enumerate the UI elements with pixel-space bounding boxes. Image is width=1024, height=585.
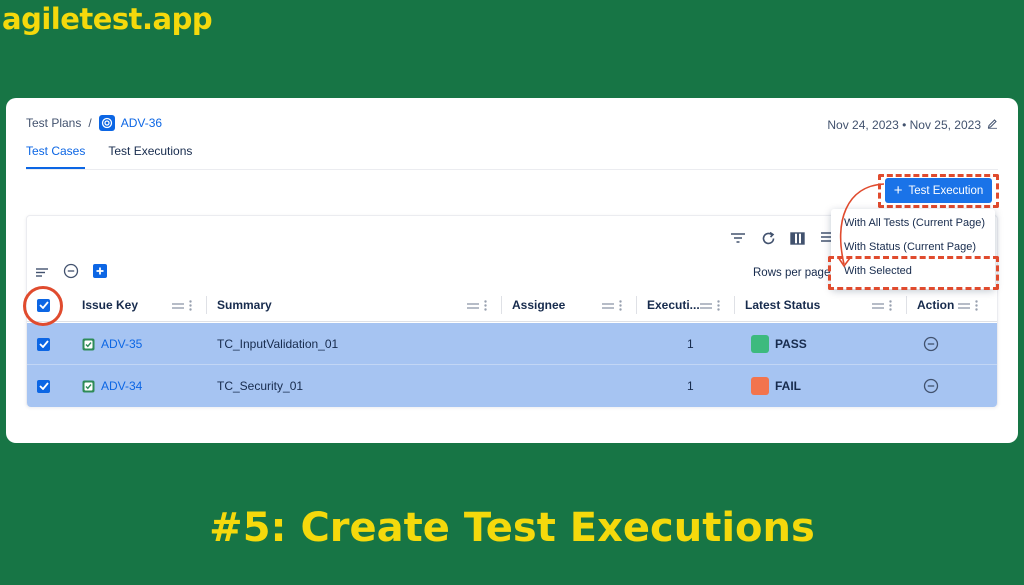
headline: #5: Create Test Executions	[209, 505, 815, 551]
column-divider[interactable]	[636, 296, 637, 314]
drag-handle-icon	[172, 302, 184, 309]
table-left-tools	[35, 263, 107, 284]
add-square-icon[interactable]	[93, 264, 107, 283]
breadcrumb-separator: /	[88, 116, 92, 130]
column-executions[interactable]: Executi...	[647, 288, 700, 322]
remove-circle-icon[interactable]	[923, 336, 939, 352]
breadcrumb-issue-key[interactable]: ADV-36	[121, 116, 162, 130]
table-row[interactable]: ADV-34 TC_Security_01 1 FAIL	[27, 365, 997, 407]
tab-test-executions[interactable]: Test Executions	[108, 144, 192, 169]
column-summary-tools[interactable]	[467, 300, 487, 311]
test-plan-icon	[98, 115, 115, 131]
column-divider[interactable]	[906, 296, 907, 314]
row-checkbox-cell[interactable]	[37, 323, 50, 365]
test-case-icon	[82, 338, 95, 351]
filter-icon[interactable]	[727, 227, 749, 249]
column-executions-tools[interactable]	[700, 300, 720, 311]
action-cell	[923, 323, 939, 365]
sort-lines-icon[interactable]	[35, 265, 49, 283]
tabs-divider	[26, 169, 998, 170]
issue-key-cell: ADV-35	[82, 323, 142, 365]
drag-handle-icon	[958, 302, 970, 309]
column-action-tools[interactable]	[958, 300, 978, 311]
test-plan-card: Test Plans / ADV-36 Nov 24, 2023 • Nov 2…	[6, 98, 1018, 443]
brand-title: agiletest.app	[2, 2, 213, 36]
breadcrumb: Test Plans / ADV-36	[26, 115, 162, 131]
issue-key-link[interactable]: ADV-34	[101, 379, 142, 393]
status-pass-swatch	[751, 335, 769, 353]
columns-icon[interactable]	[786, 227, 808, 249]
column-latest-status[interactable]: Latest Status	[745, 288, 820, 322]
action-cell	[923, 365, 939, 407]
date-range: Nov 24, 2023 • Nov 25, 2023	[827, 118, 981, 132]
table-header: Issue Key Summary Assignee Executi... La…	[27, 288, 997, 322]
plan-dates: Nov 24, 2023 • Nov 25, 2023	[827, 118, 998, 132]
executions-cell: 1	[687, 379, 694, 393]
table-row[interactable]: ADV-35 TC_InputValidation_01 1 PASS	[27, 323, 997, 365]
highlight-select-all-circle	[23, 286, 63, 326]
test-case-icon	[82, 380, 95, 393]
column-divider[interactable]	[501, 296, 502, 314]
more-vertical-icon	[975, 300, 978, 311]
remove-circle-icon[interactable]	[923, 378, 939, 394]
drag-handle-icon	[467, 302, 479, 309]
edit-pencil-icon[interactable]	[987, 118, 998, 132]
latest-status-cell: FAIL	[751, 365, 801, 407]
drag-handle-icon	[700, 302, 712, 309]
column-issue-key[interactable]: Issue Key	[82, 288, 138, 322]
more-vertical-icon	[889, 300, 892, 311]
more-vertical-icon	[619, 300, 622, 311]
column-summary[interactable]: Summary	[217, 288, 272, 322]
tabs: Test Cases Test Executions	[26, 144, 192, 169]
summary-cell: TC_Security_01	[217, 379, 304, 393]
row-checkbox[interactable]	[37, 337, 50, 351]
more-vertical-icon	[717, 300, 720, 311]
drag-handle-icon	[602, 302, 614, 309]
refresh-icon[interactable]	[757, 227, 779, 249]
tab-test-cases[interactable]: Test Cases	[26, 144, 86, 169]
drag-handle-icon	[872, 302, 884, 309]
latest-status-cell: PASS	[751, 323, 807, 365]
row-checkbox-cell[interactable]	[37, 365, 50, 407]
summary-cell: TC_InputValidation_01	[217, 337, 339, 351]
status-label: FAIL	[775, 379, 801, 393]
status-fail-swatch	[751, 377, 769, 395]
column-issue-key-tools[interactable]	[172, 300, 192, 311]
column-latest-status-tools[interactable]	[872, 300, 892, 311]
issue-key-link[interactable]: ADV-35	[101, 337, 142, 351]
column-assignee-tools[interactable]	[602, 300, 622, 311]
executions-cell: 1	[687, 337, 694, 351]
more-vertical-icon	[484, 300, 487, 311]
breadcrumb-test-plans[interactable]: Test Plans	[26, 116, 81, 130]
remove-circle-icon[interactable]	[63, 263, 79, 284]
status-label: PASS	[775, 337, 807, 351]
more-vertical-icon	[189, 300, 192, 311]
highlight-test-execution	[878, 174, 999, 208]
annotation-arrow-icon	[837, 183, 885, 268]
column-divider[interactable]	[206, 296, 207, 314]
column-assignee[interactable]: Assignee	[512, 288, 565, 322]
column-action[interactable]: Action	[917, 288, 954, 322]
issue-key-cell: ADV-34	[82, 365, 142, 407]
row-checkbox[interactable]	[37, 379, 50, 393]
column-divider[interactable]	[734, 296, 735, 314]
